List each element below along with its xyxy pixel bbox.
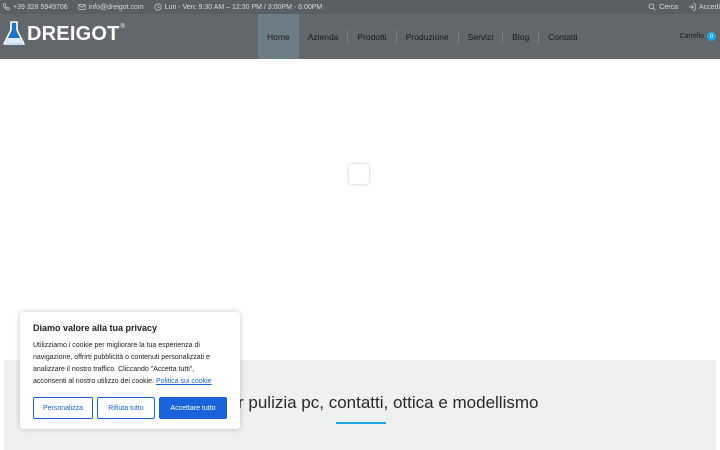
reject-all-button[interactable]: Rifiuta tutto [97,397,155,419]
login-label: Accedi [698,3,720,11]
nav-azienda-label: Azienda [307,31,339,42]
nav-blog[interactable]: Blog [503,14,538,59]
flask-logo-icon [3,21,25,45]
nav-blog-label: Blog [512,31,530,42]
email-contact[interactable]: info@dreigot.com [78,3,144,11]
heading-underline [336,422,386,424]
cart-count-badge: 0 [707,32,716,41]
section-body-text-clipped [88,446,648,450]
nav-servizi-label: Servizi [467,31,494,42]
top-info-bar: +39 328 5949706 info@dreigot.com Lun - V… [0,0,720,14]
login-link[interactable]: Accedi [688,3,720,11]
site-header: DREIGOT ® Home Azienda Prodotti Produzio… [0,14,720,59]
nav-servizi[interactable]: Servizi [459,14,503,59]
email-address: info@dreigot.com [88,3,144,11]
nav-prodotti-label: Prodotti [357,31,387,42]
section-heading-text: r pulizia pc, contatti, ottica e modelli… [238,393,539,412]
login-icon [688,3,696,11]
opening-hours: Lun - Ven: 9:30 AM – 12:30 PM / 3:00PM -… [154,3,323,11]
phone-contact[interactable]: +39 328 5949706 [2,3,68,11]
registered-mark: ® [120,24,125,30]
search-label: Cerca [659,3,678,11]
nav-contatti-label: Contatti [548,31,578,42]
logo[interactable]: DREIGOT ® [2,20,125,48]
cart-label: Carrello [679,33,704,40]
nav-prodotti[interactable]: Prodotti [348,14,395,59]
main-nav: Home Azienda Prodotti Produzione Servizi… [258,14,587,59]
cart-link[interactable]: Carrello 0 [679,32,716,41]
mail-icon [78,4,86,10]
nav-contatti[interactable]: Contatti [539,14,586,59]
page-loader [349,164,369,184]
customize-button[interactable]: Personalizza [33,397,93,419]
clock-icon [154,3,162,11]
nav-home-label: Home [267,31,290,42]
nav-produzione-label: Produzione [405,31,449,42]
phone-icon [2,3,10,11]
hours-text: Lun - Ven: 9:30 AM – 12:30 PM / 3:00PM -… [164,3,323,11]
search-icon [648,3,656,11]
logo-text: DREIGOT [27,22,120,45]
cookie-consent-banner: Diamo valore alla tua privacy Utilizziam… [20,312,240,429]
accept-all-button[interactable]: Accettare tutto [159,397,227,419]
phone-number: +39 328 5949706 [13,3,68,11]
search-link[interactable]: Cerca [648,3,678,11]
cookie-buttons: Personalizza Rifiuta tutto Accettare tut… [33,397,227,419]
nav-azienda[interactable]: Azienda [299,14,348,59]
cookie-title: Diamo valore alla tua privacy [33,323,158,333]
nav-home[interactable]: Home [258,14,299,59]
nav-produzione[interactable]: Produzione [397,14,458,59]
cookie-description: Utilizziamo i cookie per migliorare la t… [33,340,227,388]
cookie-policy-link[interactable]: Politica sui cookie [156,378,212,385]
